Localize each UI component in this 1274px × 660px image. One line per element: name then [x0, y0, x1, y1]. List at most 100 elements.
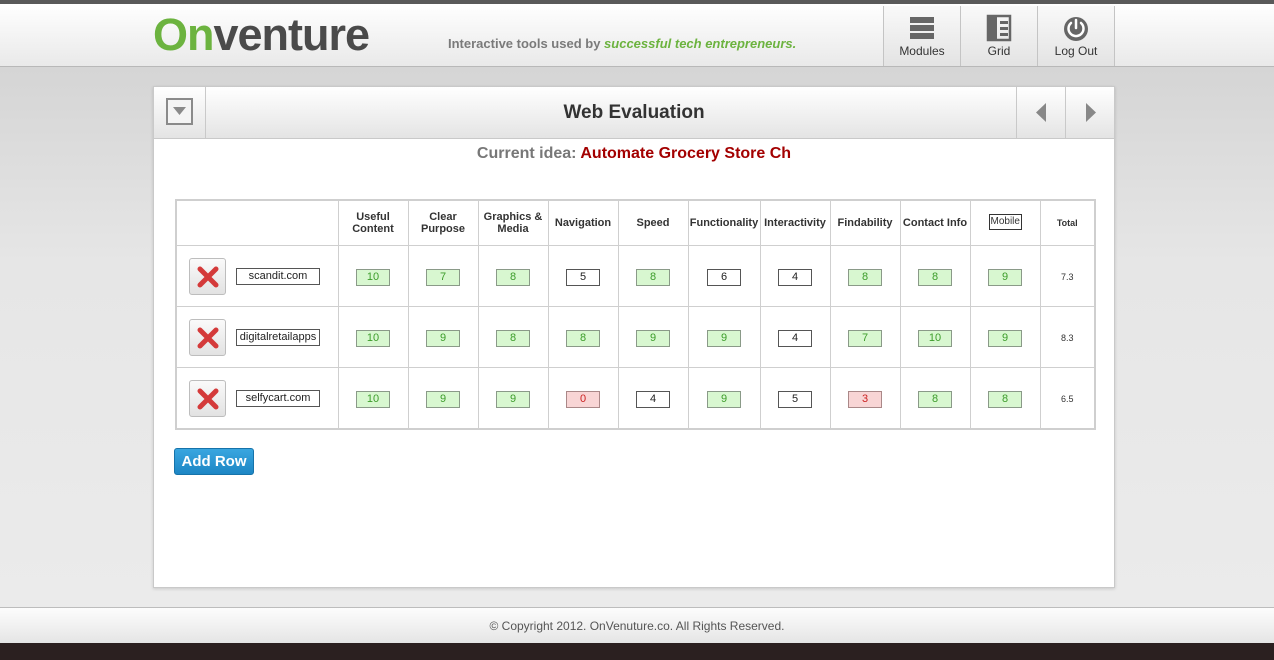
score-input[interactable]: 9 [707, 390, 741, 408]
score-cell: 8 [477, 245, 549, 307]
arrow-right-icon [1086, 103, 1096, 122]
panel-title: Web Evaluation [563, 102, 705, 123]
score-input[interactable]: 4 [778, 329, 812, 347]
score-input[interactable]: 3 [848, 390, 882, 408]
logout-button[interactable]: Log Out [1037, 6, 1115, 66]
site-input[interactable]: scandit.com [236, 267, 320, 285]
mobile-column-header: Mobile [969, 199, 1041, 246]
score-input[interactable]: 6 [707, 268, 741, 286]
column-header: Interactivity [759, 199, 831, 246]
tagline-highlight: successful tech entrepreneurs. [604, 36, 797, 51]
score-input[interactable]: 5 [778, 390, 812, 408]
add-row-button[interactable]: Add Row [174, 448, 254, 475]
score-input[interactable]: 4 [636, 390, 670, 408]
score-input[interactable]: 9 [988, 329, 1022, 347]
mobile-header-input[interactable]: Mobile [988, 213, 1022, 230]
score-input[interactable]: 10 [356, 329, 390, 347]
column-header: Navigation [547, 199, 619, 246]
score-input[interactable]: 8 [988, 390, 1022, 408]
table-header-row: Useful Content Clear Purpose Graphics & … [175, 199, 1096, 246]
score-cell: 7 [407, 245, 479, 307]
column-header: Useful Content [337, 199, 409, 246]
score-input[interactable]: 9 [707, 329, 741, 347]
delete-x-icon [197, 327, 219, 348]
score-input[interactable]: 7 [426, 268, 460, 286]
score-input[interactable]: 8 [918, 268, 952, 286]
score-input[interactable]: 8 [636, 268, 670, 286]
column-header: Functionality [687, 199, 761, 246]
grid-label: Grid [987, 44, 1011, 58]
logout-label: Log Out [1054, 44, 1098, 58]
current-idea-value: Automate Grocery Store Ch [580, 145, 792, 162]
logo[interactable]: Onventure [153, 9, 371, 60]
score-input[interactable]: 8 [496, 329, 530, 347]
score-cell: 9 [407, 306, 479, 368]
column-header: Contact Info [899, 199, 971, 246]
collapse-toggle-button[interactable] [154, 87, 206, 138]
total-cell: 6.5 [1039, 367, 1096, 430]
site-input[interactable]: selfycart.com [236, 389, 320, 407]
score-cell: 6 [687, 245, 761, 307]
score-input[interactable]: 9 [426, 329, 460, 347]
arrow-left-icon [1036, 103, 1046, 122]
score-cell: 10 [337, 306, 409, 368]
score-cell: 4 [759, 245, 831, 307]
site-cell: scandit.com [175, 245, 339, 307]
total-value: 8.3 [1060, 333, 1074, 343]
delete-x-icon [197, 388, 219, 409]
delete-row-button[interactable] [189, 318, 226, 356]
power-icon [1064, 17, 1088, 41]
panel-header: Web Evaluation [154, 87, 1114, 139]
evaluation-table: Useful Content Clear Purpose Graphics & … [175, 199, 1096, 430]
score-input[interactable]: 8 [566, 329, 600, 347]
score-input[interactable]: 0 [566, 390, 600, 408]
score-cell: 9 [477, 367, 549, 430]
site-cell: selfycart.com [175, 367, 339, 430]
column-header: Total [1039, 199, 1096, 246]
score-input[interactable]: 8 [918, 390, 952, 408]
delete-row-button[interactable] [189, 257, 226, 295]
score-cell: 9 [617, 306, 689, 368]
site-column-header [175, 199, 339, 246]
previous-button[interactable] [1016, 87, 1065, 138]
score-cell: 8 [477, 306, 549, 368]
tagline-start: Interactive tools used by [448, 36, 605, 51]
column-header: Speed [617, 199, 689, 246]
score-cell: 0 [547, 367, 619, 430]
evaluation-panel: Web Evaluation Current idea: Automate Gr… [153, 86, 1115, 588]
modules-icon [910, 17, 934, 39]
score-input[interactable]: 8 [496, 268, 530, 286]
score-input[interactable]: 4 [778, 268, 812, 286]
table-row: scandit.com 10 7 8 5 8 6 4 8 8 9 7.3 [175, 245, 1096, 307]
tagline: Interactive tools used by successful tec… [448, 36, 796, 51]
score-cell: 10 [337, 245, 409, 307]
copyright-text: © Copyright 2012. OnVenuture.co. All Rig… [489, 619, 785, 633]
grid-button[interactable]: Grid [960, 6, 1037, 66]
score-input[interactable]: 10 [356, 268, 390, 286]
score-input[interactable]: 10 [356, 390, 390, 408]
score-input[interactable]: 5 [566, 268, 600, 286]
delete-row-button[interactable] [189, 379, 226, 417]
score-cell: 9 [407, 367, 479, 430]
score-input[interactable]: 9 [496, 390, 530, 408]
score-input[interactable]: 8 [848, 268, 882, 286]
score-input[interactable]: 9 [636, 329, 670, 347]
dropdown-box-icon [166, 98, 193, 125]
site-input[interactable]: digitalretailapps [236, 328, 320, 346]
score-input[interactable]: 10 [918, 329, 952, 347]
next-button[interactable] [1065, 87, 1114, 138]
table-row: digitalretailapps 10 9 8 8 9 9 4 7 10 9 8.3 [175, 306, 1096, 368]
total-value: 6.5 [1060, 394, 1074, 404]
score-input[interactable]: 9 [988, 268, 1022, 286]
score-cell: 9 [969, 245, 1041, 307]
score-input[interactable]: 7 [848, 329, 882, 347]
total-value: 7.3 [1060, 272, 1074, 282]
header: Onventure Interactive tools used by succ… [0, 4, 1274, 67]
score-cell: 8 [547, 306, 619, 368]
logo-rest: venture [213, 9, 371, 60]
modules-button[interactable]: Modules [883, 6, 960, 66]
score-cell: 8 [617, 245, 689, 307]
score-input[interactable]: 9 [426, 390, 460, 408]
column-header: Graphics & Media [477, 199, 549, 246]
score-cell: 10 [337, 367, 409, 430]
